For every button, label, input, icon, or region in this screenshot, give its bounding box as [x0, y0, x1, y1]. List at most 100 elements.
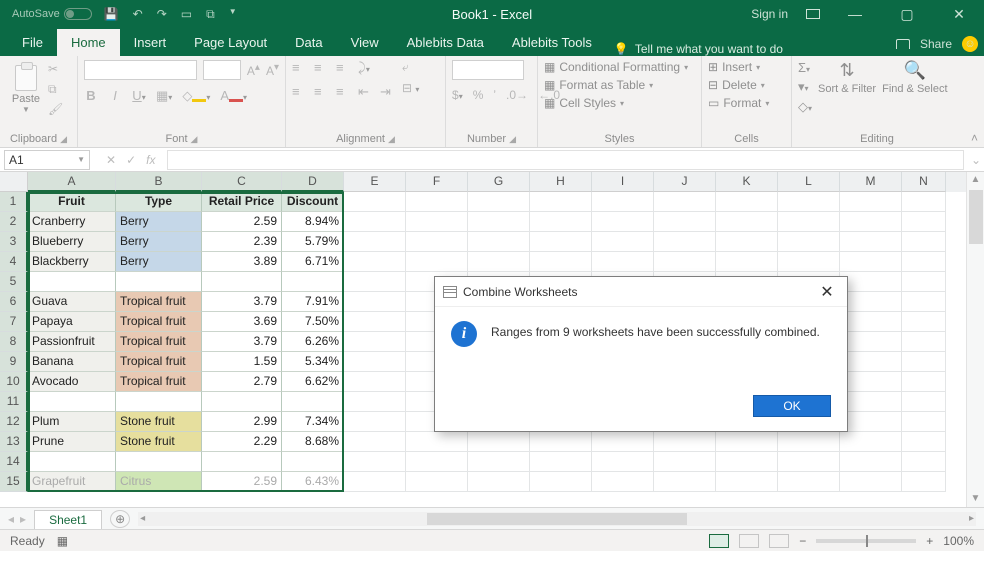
- font-size-combo[interactable]: [203, 60, 241, 80]
- cell[interactable]: [716, 212, 778, 232]
- column-header[interactable]: N: [902, 172, 946, 192]
- column-headers[interactable]: ABCDEFGHIJKLMN: [28, 172, 966, 192]
- increase-decimal-icon[interactable]: .0→: [506, 88, 528, 102]
- cell[interactable]: [468, 232, 530, 252]
- cell[interactable]: [902, 232, 946, 252]
- zoom-in-button[interactable]: +: [926, 534, 933, 548]
- cell[interactable]: [716, 432, 778, 452]
- scroll-down-icon[interactable]: ▼: [971, 491, 981, 507]
- cell[interactable]: [406, 252, 468, 272]
- font-name-combo[interactable]: [84, 60, 197, 80]
- cell[interactable]: [840, 292, 902, 312]
- row-header[interactable]: 11: [0, 392, 28, 412]
- cell[interactable]: [344, 252, 406, 272]
- cell[interactable]: Passionfruit: [28, 332, 116, 352]
- cell[interactable]: [344, 312, 406, 332]
- cell[interactable]: [840, 472, 902, 492]
- column-header[interactable]: G: [468, 172, 530, 192]
- sheet-nav-next-icon[interactable]: ▸: [20, 512, 26, 526]
- dialog-launcher-icon[interactable]: ◢: [388, 134, 395, 144]
- close-icon[interactable]: ✕: [942, 6, 976, 23]
- cell[interactable]: [344, 432, 406, 452]
- cell[interactable]: [344, 412, 406, 432]
- row-header[interactable]: 15: [0, 472, 28, 492]
- column-header[interactable]: A: [28, 172, 116, 192]
- row-header[interactable]: 2: [0, 212, 28, 232]
- cell[interactable]: [116, 272, 202, 292]
- formula-input[interactable]: [167, 150, 964, 170]
- bold-button[interactable]: B: [84, 88, 98, 104]
- column-header[interactable]: I: [592, 172, 654, 192]
- cell[interactable]: Grapefruit: [28, 472, 116, 492]
- cut-icon[interactable]: ✂: [48, 62, 66, 78]
- cell[interactable]: [202, 392, 282, 412]
- cell[interactable]: [468, 192, 530, 212]
- cell[interactable]: Prune: [28, 432, 116, 452]
- cell[interactable]: 1.59: [202, 352, 282, 372]
- row-headers[interactable]: 123456789101112131415: [0, 192, 28, 492]
- cell[interactable]: [468, 252, 530, 272]
- row-header[interactable]: 10: [0, 372, 28, 392]
- cell[interactable]: [902, 212, 946, 232]
- column-header[interactable]: C: [202, 172, 282, 192]
- cell[interactable]: Banana: [28, 352, 116, 372]
- row-header[interactable]: 14: [0, 452, 28, 472]
- scroll-left-icon[interactable]: ◂: [140, 513, 145, 524]
- expand-formula-bar-icon[interactable]: ⌄: [968, 153, 984, 167]
- tab-data[interactable]: Data: [281, 29, 336, 56]
- row-header[interactable]: 7: [0, 312, 28, 332]
- column-header[interactable]: B: [116, 172, 202, 192]
- cell[interactable]: Tropical fruit: [116, 292, 202, 312]
- row-header[interactable]: 8: [0, 332, 28, 352]
- cell[interactable]: Papaya: [28, 312, 116, 332]
- tab-home[interactable]: Home: [57, 29, 120, 56]
- zoom-level[interactable]: 100%: [943, 534, 974, 548]
- autosum-icon[interactable]: Σ▾: [798, 60, 812, 75]
- cell[interactable]: [530, 232, 592, 252]
- ok-button[interactable]: OK: [753, 395, 831, 417]
- percent-icon[interactable]: %: [473, 88, 484, 102]
- format-painter-icon[interactable]: 🖌: [48, 102, 66, 118]
- collapse-ribbon-icon[interactable]: ˄: [971, 131, 978, 145]
- tab-view[interactable]: View: [337, 29, 393, 56]
- increase-font-icon[interactable]: A▴: [247, 62, 260, 78]
- cell[interactable]: 7.34%: [282, 412, 344, 432]
- cell[interactable]: [778, 212, 840, 232]
- cell[interactable]: [840, 412, 902, 432]
- align-left-icon[interactable]: ≡: [292, 84, 306, 100]
- cell[interactable]: [840, 352, 902, 372]
- row-header[interactable]: 5: [0, 272, 28, 292]
- column-header[interactable]: D: [282, 172, 344, 192]
- cell[interactable]: [344, 472, 406, 492]
- tab-page-layout[interactable]: Page Layout: [180, 29, 281, 56]
- cell[interactable]: 2.29: [202, 432, 282, 452]
- cell[interactable]: [530, 452, 592, 472]
- cell[interactable]: 3.79: [202, 292, 282, 312]
- cell[interactable]: [344, 272, 406, 292]
- cell[interactable]: [344, 372, 406, 392]
- cell[interactable]: [530, 192, 592, 212]
- cell[interactable]: [344, 212, 406, 232]
- comma-icon[interactable]: ʼ: [493, 88, 496, 102]
- cell[interactable]: [778, 252, 840, 272]
- cell[interactable]: [654, 472, 716, 492]
- font-color-button[interactable]: A▾: [220, 88, 247, 104]
- cell[interactable]: Berry: [116, 232, 202, 252]
- border-button[interactable]: ▦▾: [156, 88, 172, 104]
- cell[interactable]: [654, 212, 716, 232]
- cell[interactable]: 2.59: [202, 212, 282, 232]
- cell[interactable]: 3.79: [202, 332, 282, 352]
- cell[interactable]: [116, 392, 202, 412]
- fx-icon[interactable]: fx: [146, 153, 155, 167]
- cell[interactable]: Discount: [282, 192, 344, 212]
- cell[interactable]: [406, 212, 468, 232]
- row-header[interactable]: 1: [0, 192, 28, 212]
- merge-center-button[interactable]: ⊟ ▾: [402, 81, 419, 95]
- vertical-scrollbar[interactable]: ▲ ▼: [966, 172, 984, 507]
- dialog-launcher-icon[interactable]: ◢: [60, 134, 67, 144]
- scroll-right-icon[interactable]: ▸: [969, 513, 974, 524]
- cell[interactable]: [592, 212, 654, 232]
- align-top-icon[interactable]: ≡: [292, 60, 306, 76]
- cell[interactable]: [778, 192, 840, 212]
- cell[interactable]: [840, 232, 902, 252]
